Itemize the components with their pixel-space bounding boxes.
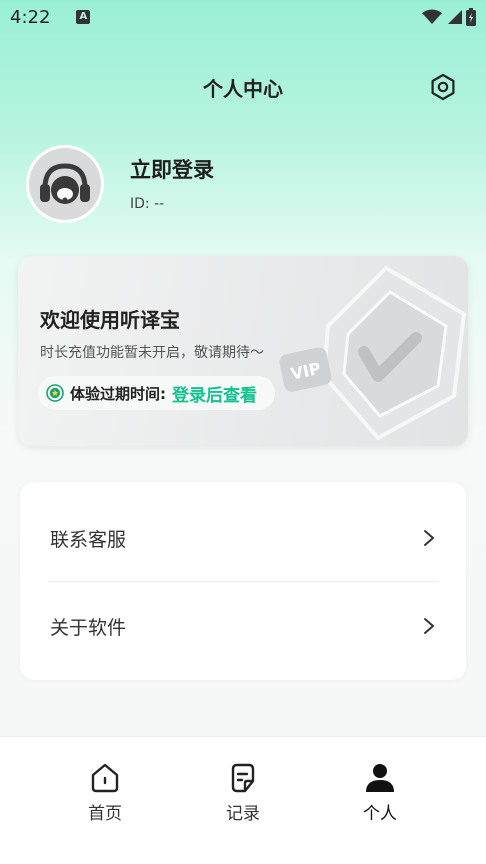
tab-records[interactable]: 记录 [193, 761, 293, 831]
menu-item-label: 联系客服 [50, 528, 127, 551]
expiry-value[interactable]: 登录后查看 [172, 381, 257, 406]
settings-icon[interactable] [428, 72, 458, 102]
vip-shield-icon: VIP [279, 265, 467, 441]
notification-icon: A [76, 10, 91, 24]
person-icon [366, 764, 394, 792]
chevron-right-icon [424, 618, 434, 634]
settings-menu: 联系客服 关于软件 [20, 482, 466, 680]
bottom-tab-bar: 首页 记录 个人 [0, 736, 486, 864]
avatar[interactable] [26, 145, 104, 223]
wifi-icon [422, 9, 442, 24]
vip-card: VIP 欢迎使用听译宝 时长充值功能暂未开启，敬请期待～ 体验过期时间: 登录后… [18, 256, 468, 446]
signal-icon [448, 10, 462, 24]
headphone-avatar-icon [40, 163, 90, 204]
battery-icon [466, 8, 476, 26]
app-header: 个人中心 [0, 60, 486, 114]
tab-home[interactable]: 首页 [55, 761, 155, 831]
document-icon [231, 763, 255, 793]
expiry-label: 体验过期时间: [70, 384, 166, 403]
profile-screen: 4:22 A 个人中心 立即登录 ID: -- VIP 欢迎使用听译宝 时长充值… [0, 0, 486, 864]
user-id: ID: -- [130, 196, 165, 212]
status-icons [422, 8, 476, 26]
status-bar: 4:22 A [0, 0, 486, 34]
tab-label: 个人 [363, 804, 397, 824]
vip-welcome-title: 欢迎使用听译宝 [40, 308, 180, 332]
star-badge-icon [46, 384, 64, 402]
tab-label: 记录 [226, 804, 260, 824]
status-time: 4:22 [10, 6, 51, 28]
expiry-pill[interactable]: 体验过期时间: 登录后查看 [38, 376, 275, 410]
menu-item-label: 关于软件 [50, 616, 127, 639]
home-icon [91, 763, 119, 793]
menu-item-about-software[interactable]: 关于软件 [20, 582, 466, 670]
menu-item-contact-support[interactable]: 联系客服 [20, 494, 466, 582]
chevron-right-icon [424, 530, 434, 546]
page-title: 个人中心 [203, 76, 283, 101]
tab-profile[interactable]: 个人 [330, 761, 430, 831]
tab-label: 首页 [88, 804, 122, 824]
login-link[interactable]: 立即登录 [130, 154, 214, 184]
vip-subtitle: 时长充值功能暂未开启，敬请期待～ [40, 345, 264, 361]
